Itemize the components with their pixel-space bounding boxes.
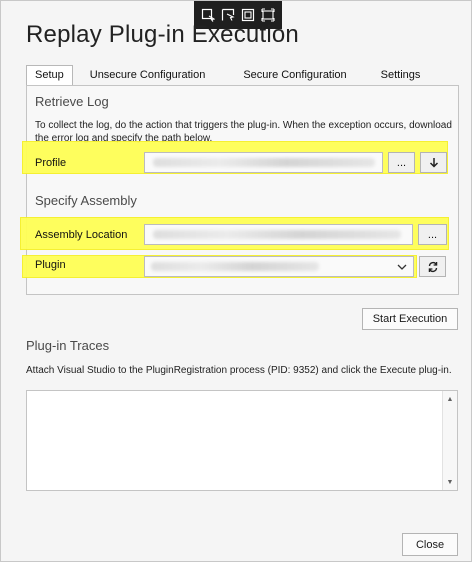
plugin-traces-output[interactable]: ▲ ▼	[26, 390, 458, 491]
redacted-profile-path	[153, 158, 375, 167]
setup-tab-panel: Retrieve Log To collect the log, do the …	[20, 85, 459, 295]
scroll-up-icon[interactable]: ▲	[444, 393, 456, 405]
assembly-location-label: Assembly Location	[35, 229, 128, 241]
chevron-down-icon	[397, 264, 407, 270]
tab-secure-configuration[interactable]: Secure Configuration	[235, 66, 354, 85]
tab-unsecure-configuration[interactable]: Unsecure Configuration	[82, 66, 214, 85]
tab-strip: Setup Unsecure Configuration Secure Conf…	[26, 65, 429, 86]
profile-input[interactable]	[144, 152, 383, 173]
retrieve-log-heading: Retrieve Log	[35, 94, 109, 109]
plugin-traces-heading: Plug-in Traces	[26, 338, 110, 353]
download-log-button[interactable]	[420, 152, 447, 173]
plugin-label: Plugin	[35, 259, 66, 271]
plugin-select[interactable]	[144, 256, 414, 277]
tab-settings[interactable]: Settings	[373, 66, 429, 85]
start-execution-button[interactable]: Start Execution	[362, 308, 458, 330]
scroll-down-icon[interactable]: ▼	[444, 476, 456, 488]
window-title: Replay Plug-in Execution	[26, 21, 299, 48]
redacted-plugin-name	[151, 262, 319, 271]
plugin-traces-hint: Attach Visual Studio to the PluginRegist…	[26, 365, 452, 376]
profile-browse-button[interactable]: ...	[388, 152, 415, 173]
refresh-icon	[428, 261, 437, 272]
redacted-assembly-path	[153, 230, 401, 239]
assembly-location-input[interactable]	[144, 224, 413, 245]
tab-setup[interactable]: Setup	[26, 65, 73, 86]
down-arrow-icon	[429, 158, 438, 168]
refresh-plugins-button[interactable]	[419, 256, 446, 277]
close-button[interactable]: Close	[402, 533, 458, 556]
specify-assembly-heading: Specify Assembly	[35, 193, 137, 208]
traces-scrollbar[interactable]: ▲ ▼	[442, 391, 457, 490]
replay-plugin-window: Replay Plug-in Execution Setup Unsecure …	[0, 0, 472, 562]
profile-label: Profile	[35, 157, 67, 169]
assembly-browse-button[interactable]: ...	[418, 224, 447, 245]
